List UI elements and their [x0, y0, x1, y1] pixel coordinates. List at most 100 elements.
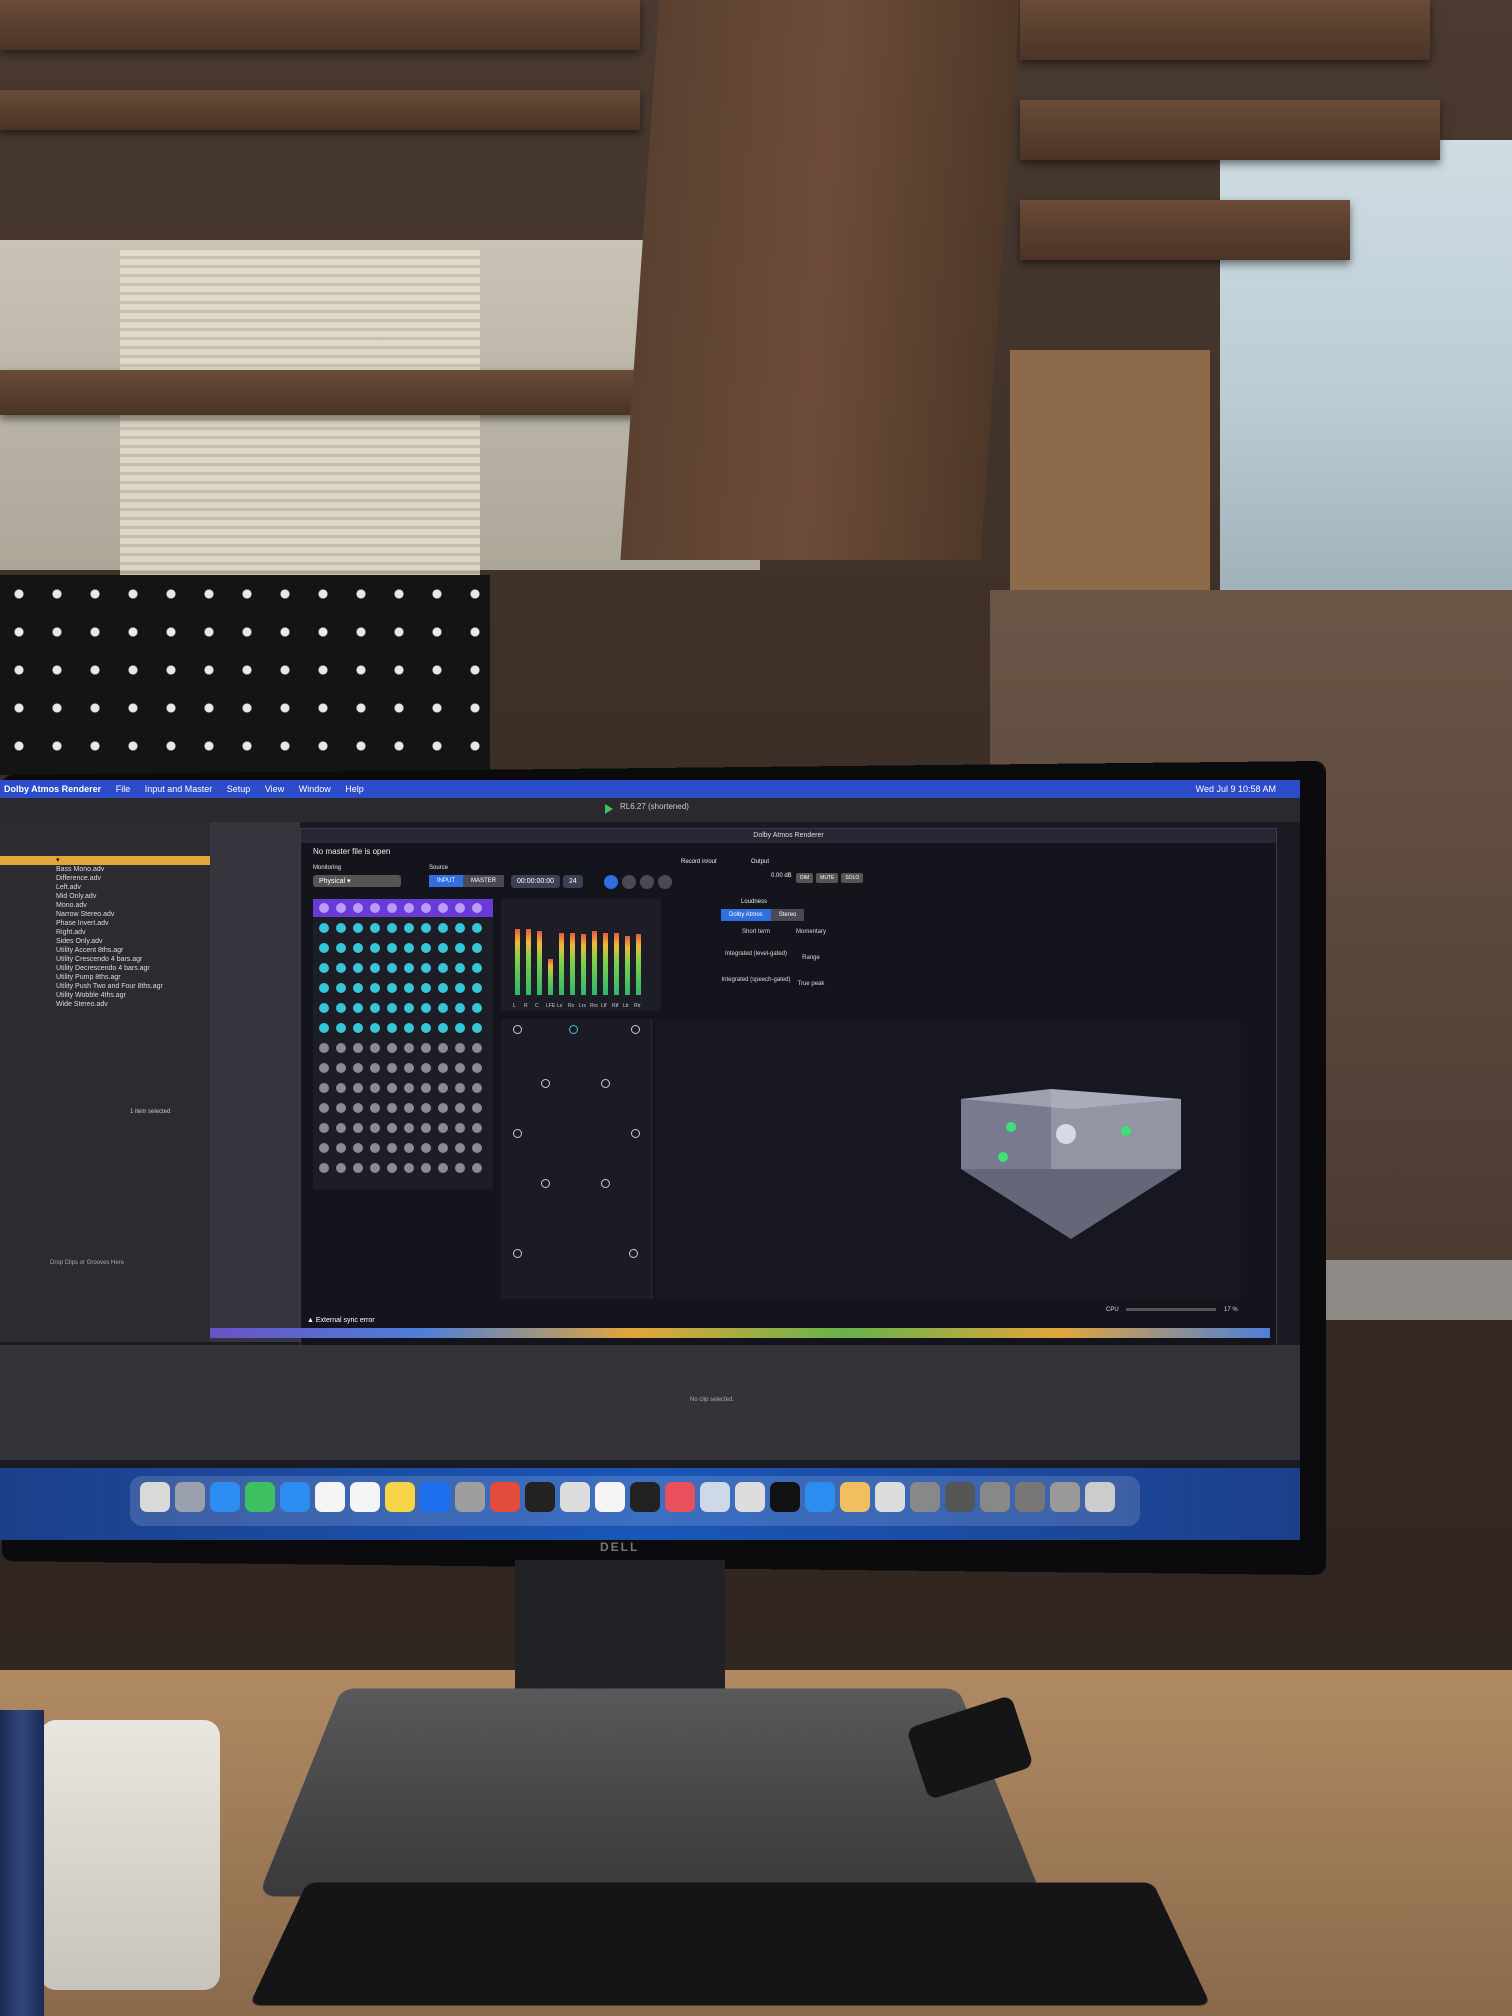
- object-channel[interactable]: [353, 1003, 363, 1013]
- object-channel[interactable]: [455, 1083, 465, 1093]
- object-channel[interactable]: [421, 1123, 431, 1133]
- object-channel[interactable]: [353, 923, 363, 933]
- object-channel[interactable]: [455, 1103, 465, 1113]
- object-channel[interactable]: [353, 1083, 363, 1093]
- browser-item[interactable]: Phase Invert.adv: [0, 919, 210, 928]
- source-input-button[interactable]: INPUT: [429, 875, 463, 887]
- object-channel[interactable]: [319, 1143, 329, 1153]
- object-channel[interactable]: [336, 903, 346, 913]
- object-channel[interactable]: [336, 1143, 346, 1153]
- object-channel[interactable]: [455, 1123, 465, 1133]
- browser-item[interactable]: Wide Stereo.adv: [0, 1000, 210, 1009]
- object-channel[interactable]: [438, 983, 448, 993]
- browser-item[interactable]: Right.adv: [0, 928, 210, 937]
- object-channel[interactable]: [404, 1063, 414, 1073]
- object-channel[interactable]: [336, 963, 346, 973]
- object-channel[interactable]: [387, 1163, 397, 1173]
- object-channel[interactable]: [404, 1163, 414, 1173]
- stop-icon[interactable]: [622, 875, 636, 889]
- object-channel[interactable]: [472, 1043, 482, 1053]
- object-channel[interactable]: [472, 1003, 482, 1013]
- dock-app-icon[interactable]: [735, 1482, 765, 1512]
- dock-app-icon[interactable]: [210, 1482, 240, 1512]
- dock-app-icon[interactable]: [1050, 1482, 1080, 1512]
- record-icon[interactable]: [658, 875, 672, 889]
- loudness-tab-atmos[interactable]: Dolby Atmos: [721, 909, 771, 921]
- object-channel[interactable]: [472, 1143, 482, 1153]
- menu-help[interactable]: Help: [345, 784, 364, 794]
- object-channel[interactable]: [353, 983, 363, 993]
- object-channel[interactable]: [421, 1083, 431, 1093]
- dock-app-icon[interactable]: [1015, 1482, 1045, 1512]
- object-channel[interactable]: [472, 983, 482, 993]
- object-channel[interactable]: [472, 1083, 482, 1093]
- object-channel[interactable]: [336, 923, 346, 933]
- object-channel[interactable]: [319, 1123, 329, 1133]
- object-channel[interactable]: [336, 1023, 346, 1033]
- object-channel[interactable]: [455, 983, 465, 993]
- dock-app-icon[interactable]: [420, 1482, 450, 1512]
- object-channel[interactable]: [353, 1023, 363, 1033]
- menu-app-name[interactable]: Dolby Atmos Renderer: [4, 784, 101, 794]
- menu-view[interactable]: View: [265, 784, 284, 794]
- object-channel[interactable]: [472, 963, 482, 973]
- object-channel[interactable]: [472, 1163, 482, 1173]
- browser-item[interactable]: Utility Pump 8ths.agr: [0, 973, 210, 982]
- object-channel[interactable]: [370, 1023, 380, 1033]
- object-channel[interactable]: [319, 1103, 329, 1113]
- dock-app-icon[interactable]: [945, 1482, 975, 1512]
- object-channel[interactable]: [336, 1123, 346, 1133]
- dock-app-icon[interactable]: [455, 1482, 485, 1512]
- object-channel[interactable]: [370, 1123, 380, 1133]
- object-channel[interactable]: [387, 1123, 397, 1133]
- object-channel[interactable]: [455, 903, 465, 913]
- object-channel[interactable]: [353, 1063, 363, 1073]
- loudness-tab-stereo[interactable]: Stereo: [770, 909, 805, 921]
- timecode-display[interactable]: 00:00:00:00: [511, 875, 560, 888]
- object-channel[interactable]: [438, 1143, 448, 1153]
- object-channel[interactable]: [438, 1003, 448, 1013]
- arrangement-overview[interactable]: [210, 1328, 1270, 1338]
- object-channel[interactable]: [455, 1063, 465, 1073]
- object-channel[interactable]: [319, 1163, 329, 1173]
- object-channel[interactable]: [319, 1003, 329, 1013]
- dock-app-icon[interactable]: [490, 1482, 520, 1512]
- menu-file[interactable]: File: [116, 784, 131, 794]
- object-channel[interactable]: [353, 963, 363, 973]
- object-channel[interactable]: [421, 963, 431, 973]
- object-channel[interactable]: [387, 1143, 397, 1153]
- object-channel[interactable]: [370, 943, 380, 953]
- object-channel[interactable]: [387, 903, 397, 913]
- object-channel[interactable]: [455, 1043, 465, 1053]
- object-channel[interactable]: [336, 1083, 346, 1093]
- object-channel[interactable]: [438, 1023, 448, 1033]
- play-button-icon[interactable]: [640, 875, 654, 889]
- object-channel[interactable]: [472, 1103, 482, 1113]
- object-channel[interactable]: [421, 1003, 431, 1013]
- object-channel[interactable]: [421, 1023, 431, 1033]
- object-channel[interactable]: [370, 1063, 380, 1073]
- room-3d-view[interactable]: [951, 1079, 1191, 1249]
- dock-app-icon[interactable]: [595, 1482, 625, 1512]
- object-channel[interactable]: [472, 903, 482, 913]
- object-channel[interactable]: [404, 1123, 414, 1133]
- object-channel[interactable]: [370, 1043, 380, 1053]
- browser-item[interactable]: Difference.adv: [0, 874, 210, 883]
- dock-app-icon[interactable]: [665, 1482, 695, 1512]
- dock-app-icon[interactable]: [315, 1482, 345, 1512]
- dock-app-icon[interactable]: [980, 1482, 1010, 1512]
- object-channel[interactable]: [438, 903, 448, 913]
- play-icon[interactable]: [605, 804, 613, 814]
- object-channel[interactable]: [353, 1123, 363, 1133]
- browser-item[interactable]: Utility Wobble 4ths.agr: [0, 991, 210, 1000]
- browser-item[interactable]: Bass Mono.adv: [0, 865, 210, 874]
- object-channel[interactable]: [353, 903, 363, 913]
- object-channel[interactable]: [404, 903, 414, 913]
- object-channel[interactable]: [336, 1003, 346, 1013]
- dock-app-icon[interactable]: [700, 1482, 730, 1512]
- object-channel[interactable]: [387, 1063, 397, 1073]
- object-channel[interactable]: [455, 1163, 465, 1173]
- object-channel[interactable]: [438, 1063, 448, 1073]
- menu-window[interactable]: Window: [299, 784, 331, 794]
- object-channel[interactable]: [370, 963, 380, 973]
